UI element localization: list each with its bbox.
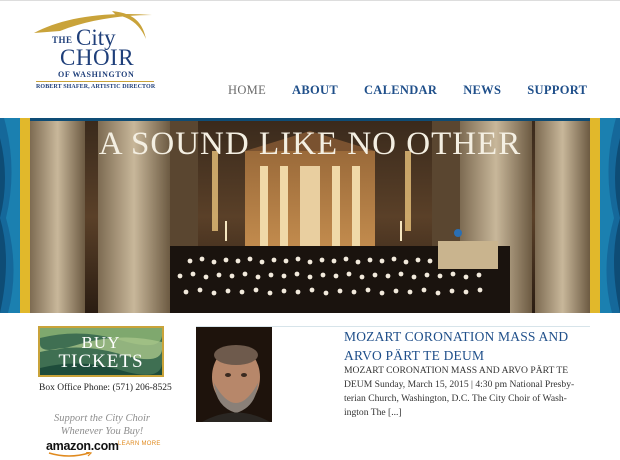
post-thumbnail[interactable] <box>196 327 272 422</box>
nav-home[interactable]: HOME <box>228 83 266 98</box>
nav-news[interactable]: NEWS <box>463 83 501 98</box>
logo-choir: CHOIR <box>60 45 135 70</box>
learn-more-link[interactable]: LEARN MORE <box>118 441 161 447</box>
city-choir-logo[interactable]: THE City CHOIR OF WASHINGTON ROBERT SHAF… <box>30 9 160 91</box>
buy-tickets-button[interactable]: BUY TICKETS <box>38 326 164 377</box>
amazon-logo: amazon.com <box>46 439 119 453</box>
amazon-link[interactable]: amazon.com LEARN MORE <box>46 439 171 457</box>
support-amazon-text: Support the City Choir Whenever You Buy! <box>38 412 166 438</box>
nav-calendar[interactable]: CALENDAR <box>364 83 437 98</box>
main-nav: HOME ABOUT CALENDAR NEWS SUPPORT <box>228 83 587 98</box>
logo-divider <box>36 81 154 82</box>
nav-about[interactable]: ABOUT <box>292 83 338 98</box>
buy-label: BUY <box>81 333 121 352</box>
box-office-phone: Box Office Phone: (571) 206-8525 <box>39 383 172 393</box>
amazon-smile-icon <box>48 452 93 457</box>
logo-of-washington: OF WASHINGTON <box>58 70 135 79</box>
tickets-label: TICKETS <box>58 351 144 372</box>
site-header: THE City CHOIR OF WASHINGTON ROBERT SHAF… <box>0 0 620 118</box>
nav-support[interactable]: SUPPORT <box>527 83 587 98</box>
logo-the: THE <box>52 35 73 45</box>
post-excerpt: MOZART CORONATION MASS AND ARVO PÄRT TE … <box>344 365 575 418</box>
hero-banner: A SOUND LIKE NO OTHER <box>0 118 620 313</box>
support-line-2: Whenever You Buy! <box>60 426 144 437</box>
composer-portrait-image <box>196 327 272 422</box>
post-title-link[interactable]: MOZART CORONATION MASS AND ARVO PÄRT TE … <box>344 327 594 365</box>
logo-director: ROBERT SHAFER, ARTISTIC DIRECTOR <box>36 84 156 90</box>
banner-title: A SOUND LIKE NO OTHER <box>98 126 522 162</box>
support-line-1: Support the City Choir <box>54 413 150 424</box>
